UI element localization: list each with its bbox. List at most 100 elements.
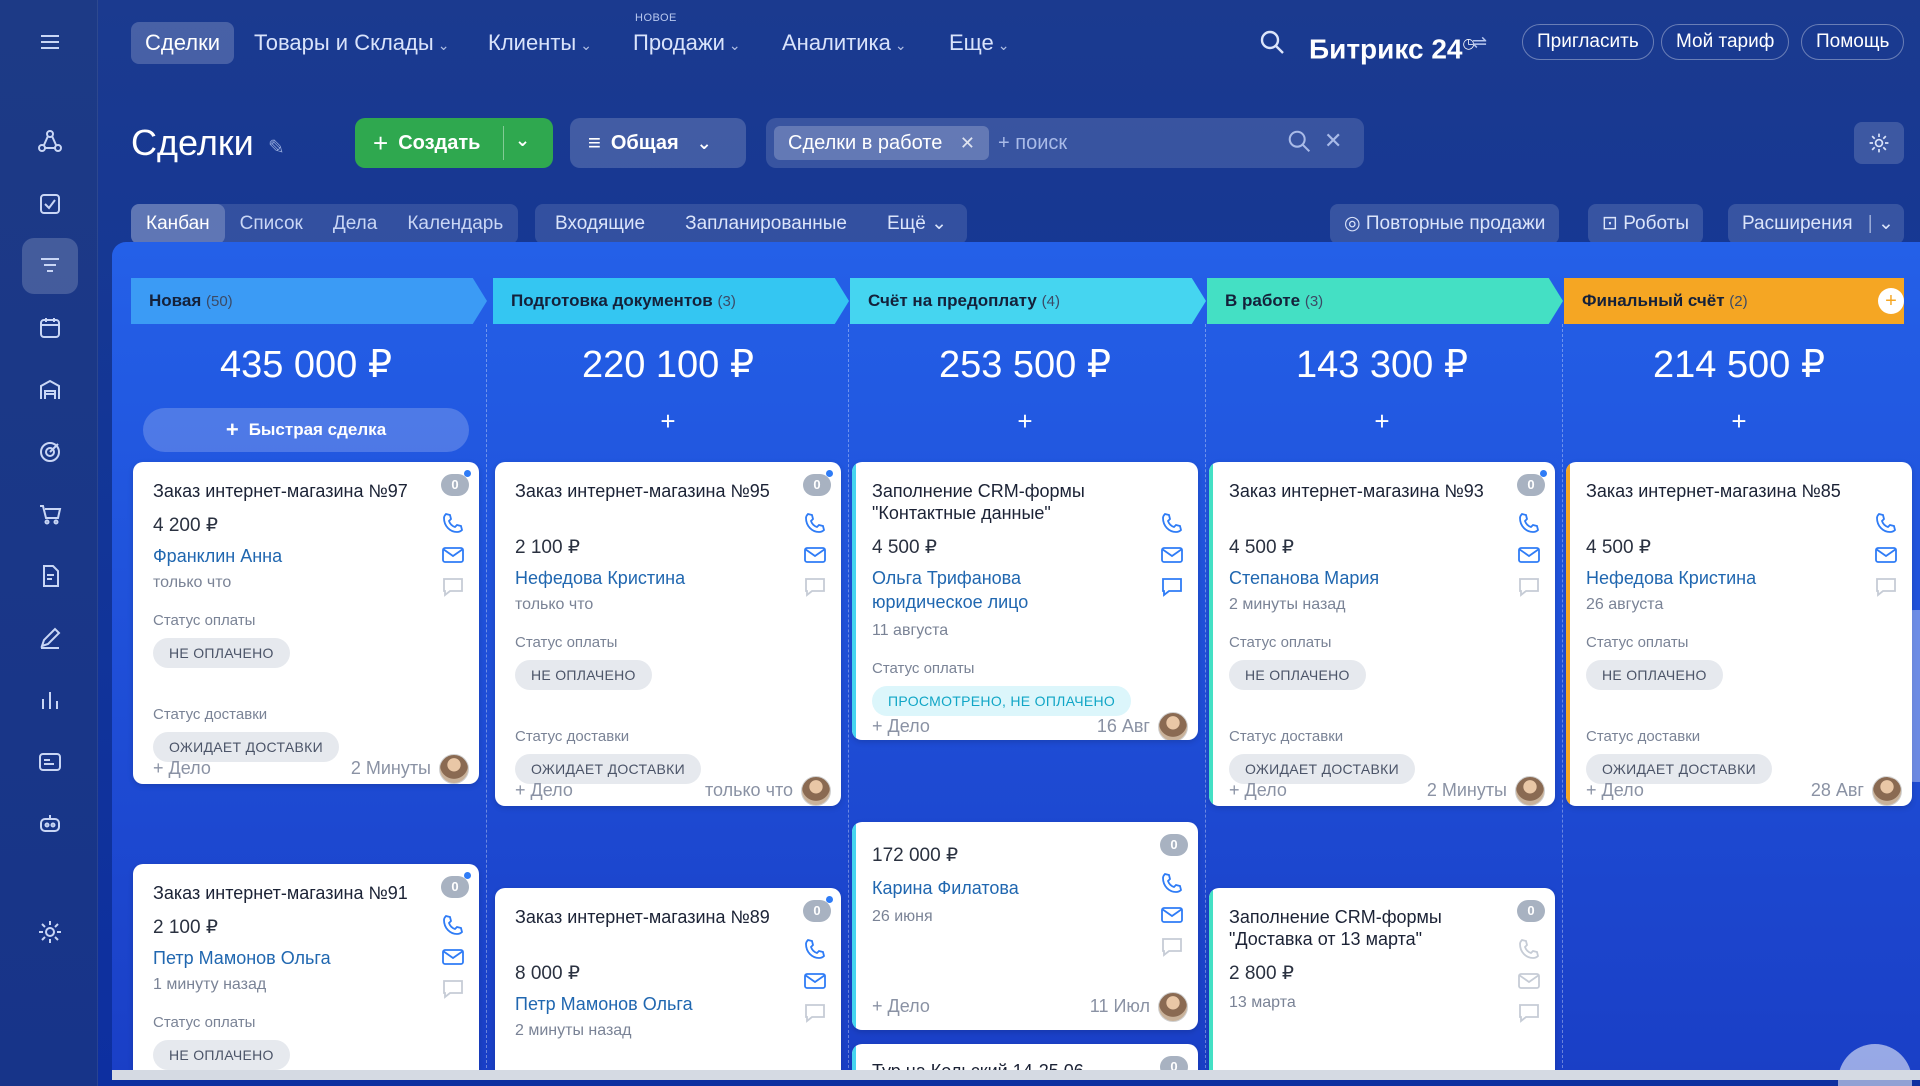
add-activity-button[interactable]: + Дело [515, 780, 573, 801]
add-activity-button[interactable]: + Дело [153, 758, 211, 779]
settings-gear-icon[interactable] [22, 904, 78, 960]
search-icon[interactable] [1258, 28, 1288, 58]
tab-kanban[interactable]: Канбан [131, 204, 225, 244]
contact-card-icon[interactable] [22, 734, 78, 790]
tab-list[interactable]: Список [225, 204, 318, 244]
chat-icon[interactable] [1517, 576, 1543, 598]
deals-funnel-icon[interactable] [22, 238, 78, 294]
deal-card[interactable]: Заполнение CRM-формы "Контактные данные"… [852, 462, 1198, 740]
mail-icon[interactable] [1160, 904, 1186, 926]
invite-button[interactable]: Пригласить [1522, 24, 1654, 60]
brand-settings-icon[interactable]: ⇌ [1472, 32, 1494, 54]
extensions-button[interactable]: Расширения | ⌄ [1728, 204, 1904, 244]
avatar[interactable] [1872, 776, 1902, 806]
card-title[interactable]: Заказ интернет-магазина №97 [153, 480, 433, 502]
chat-icon[interactable] [803, 1002, 829, 1024]
calendar-icon[interactable] [22, 300, 78, 356]
robots-button[interactable]: ⊡ Роботы [1588, 204, 1703, 244]
document-edit-icon[interactable] [22, 548, 78, 604]
pipeline-select[interactable]: ≡ Общая ⌄ [570, 118, 746, 168]
avatar[interactable] [1158, 992, 1188, 1022]
column-header[interactable]: Финальный счёт (2) [1564, 278, 1904, 324]
column-header[interactable]: Подготовка документов (3) [493, 278, 849, 324]
filter-more[interactable]: Ещё ⌄ [867, 204, 967, 244]
mail-icon[interactable] [441, 544, 467, 566]
chat-icon[interactable] [1874, 576, 1900, 598]
deal-card[interactable]: Заказ интернет-магазина №89 0 8 000 ₽ Пе… [495, 888, 841, 1074]
phone-icon[interactable] [1160, 872, 1186, 894]
mail-icon[interactable] [1517, 544, 1543, 566]
deal-card[interactable]: Заказ интернет-магазина №93 0 4 500 ₽ Ст… [1209, 462, 1555, 806]
chat-icon[interactable] [1160, 576, 1186, 598]
target-icon[interactable] [22, 424, 78, 480]
horizontal-scrollbar[interactable] [112, 1070, 1920, 1080]
deal-card[interactable]: 0 172 000 ₽ Карина Филатова 26 июня + Де… [852, 822, 1198, 1030]
phone-icon[interactable] [803, 938, 829, 960]
chat-icon[interactable] [441, 576, 467, 598]
close-icon[interactable]: ✕ [960, 133, 975, 153]
tasks-icon[interactable] [22, 176, 78, 232]
help-button[interactable]: Помощь [1801, 24, 1905, 60]
card-client[interactable]: Нефедова Кристина [515, 566, 685, 590]
nav-products[interactable]: Товары и Склады ⌄ [240, 22, 463, 64]
nav-deals[interactable]: Сделки [131, 22, 234, 64]
nav-sales[interactable]: Продажи ⌄ [619, 22, 755, 64]
create-button[interactable]: + Создать ⌄ [355, 118, 553, 168]
card-client[interactable]: Нефедова Кристина [1586, 566, 1756, 590]
quick-deal-button[interactable]: + Быстрая сделка [143, 408, 469, 452]
filter-planned[interactable]: Запланированные [665, 204, 867, 244]
chat-icon[interactable] [803, 576, 829, 598]
filter-incoming[interactable]: Входящие [535, 204, 665, 244]
mail-icon[interactable] [1517, 970, 1543, 992]
phone-icon[interactable] [803, 512, 829, 534]
deal-card[interactable]: Заполнение CRM-формы "Доставка от 13 мар… [1209, 888, 1555, 1074]
chat-icon[interactable] [1160, 936, 1186, 958]
column-header[interactable]: Новая (50) [131, 278, 487, 324]
card-title[interactable]: Заказ интернет-магазина №93 [1229, 480, 1509, 502]
deal-card[interactable]: Заказ интернет-магазина №97 0 4 200 ₽ Фр… [133, 462, 479, 784]
phone-icon[interactable] [1517, 938, 1543, 960]
phone-icon[interactable] [1874, 512, 1900, 534]
analytics-icon[interactable] [22, 672, 78, 728]
chat-icon[interactable] [441, 978, 467, 1000]
chevron-down-icon[interactable]: ⌄ [515, 130, 530, 151]
phone-icon[interactable] [1517, 512, 1543, 534]
nav-analytics[interactable]: Аналитика ⌄ [768, 22, 921, 64]
mail-icon[interactable] [1874, 544, 1900, 566]
card-title[interactable]: Заказ интернет-магазина №89 [515, 906, 795, 928]
nav-clients[interactable]: Клиенты ⌄ [474, 22, 606, 64]
tariff-button[interactable]: Мой тариф [1661, 24, 1790, 60]
chat-icon[interactable] [1517, 1002, 1543, 1024]
card-title[interactable]: Заказ интернет-магазина №91 [153, 882, 433, 904]
add-activity-button[interactable]: + Дело [1586, 780, 1644, 801]
add-stage-icon[interactable]: + [1878, 288, 1904, 314]
warehouse-icon[interactable] [22, 362, 78, 418]
card-client[interactable]: Франклин Анна [153, 544, 282, 568]
search-input[interactable] [998, 126, 1278, 160]
add-deal-button[interactable]: + [1207, 406, 1557, 437]
settings-button[interactable] [1854, 122, 1904, 164]
nav-more[interactable]: Еще ⌄ [935, 22, 1024, 64]
add-activity-button[interactable]: + Дело [872, 996, 930, 1017]
mail-icon[interactable] [441, 946, 467, 968]
add-deal-button[interactable]: + [1564, 406, 1914, 437]
pin-icon[interactable]: ✎ [268, 135, 285, 160]
mail-icon[interactable] [1160, 544, 1186, 566]
pen-icon[interactable] [22, 610, 78, 666]
menu-burger-icon[interactable] [22, 14, 78, 70]
filter-chip[interactable]: Сделки в работе ✕ [774, 126, 990, 160]
avatar[interactable] [1515, 776, 1545, 806]
clear-icon[interactable]: ✕ [1324, 128, 1342, 154]
card-client[interactable]: Степанова Мария [1229, 566, 1379, 590]
card-client[interactable]: Карина Филатова [872, 876, 1019, 900]
phone-icon[interactable] [1160, 512, 1186, 534]
repeat-sales-button[interactable]: ◎ Повторные продажи [1330, 204, 1560, 244]
column-header[interactable]: В работе (3) [1207, 278, 1563, 324]
card-client[interactable]: Ольга Трифанова юридическое лицо [872, 566, 1072, 614]
avatar[interactable] [439, 754, 469, 784]
tab-activities[interactable]: Дела [318, 204, 392, 244]
add-activity-button[interactable]: + Дело [1229, 780, 1287, 801]
deal-card[interactable]: Заказ интернет-магазина №95 0 2 100 ₽ Не… [495, 462, 841, 806]
add-deal-button[interactable]: + [850, 406, 1200, 437]
add-deal-button[interactable]: + [493, 406, 843, 437]
